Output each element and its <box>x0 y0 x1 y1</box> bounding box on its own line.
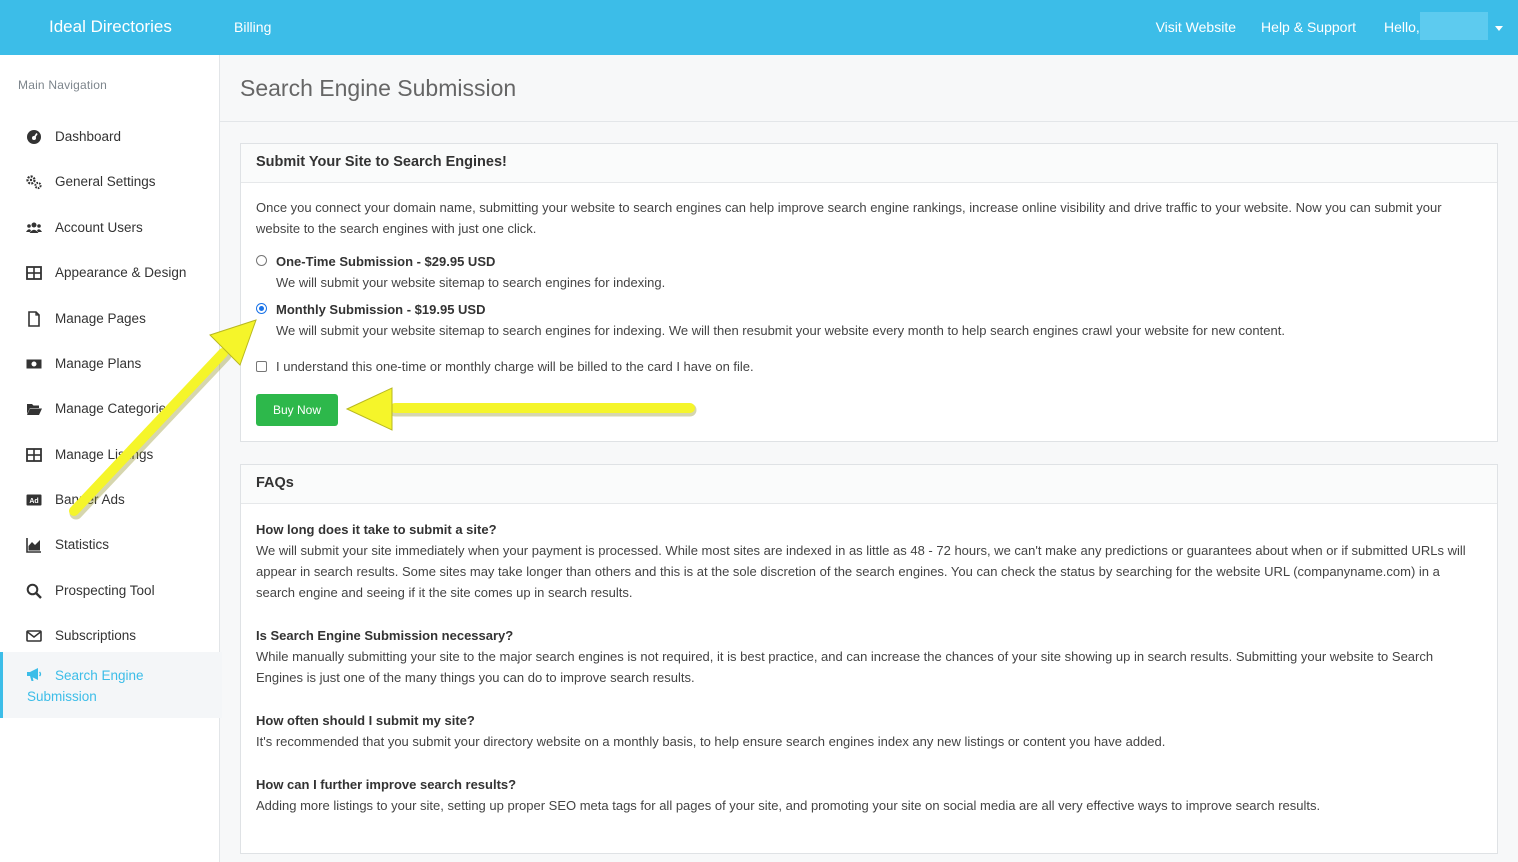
agree-checkbox[interactable] <box>256 361 267 372</box>
sidebar-item-statistics[interactable]: Statistics <box>0 526 219 570</box>
panel-heading: Submit Your Site to Search Engines! <box>256 154 507 170</box>
panel-heading: FAQs <box>256 475 294 491</box>
faq-item: How long does it take to submit a site? … <box>256 519 1481 603</box>
chevron-down-icon <box>1495 26 1503 31</box>
faq-item: Is Search Engine Submission necessary? W… <box>256 625 1481 688</box>
sidebar-item-label: Prospecting Tool <box>55 583 155 598</box>
option-description: We will submit your website sitemap to s… <box>276 275 666 290</box>
panel-header: FAQs <box>241 465 1497 504</box>
sidebar-item-banner-ads[interactable]: Ad Banner Ads <box>0 481 219 525</box>
intro-text: Once you connect your domain name, submi… <box>256 200 1442 236</box>
sidebar-item-search-engine-submission[interactable]: Search Engine Submission <box>0 652 222 718</box>
folder-open-icon <box>27 404 42 415</box>
radio-monthly[interactable] <box>256 303 267 314</box>
faq-answer: It's recommended that you submit your di… <box>256 734 1166 749</box>
hello-label: Hello, <box>1384 19 1420 35</box>
brand-logo[interactable]: Ideal Directories <box>49 17 172 37</box>
radio-one-time[interactable] <box>256 255 267 266</box>
faq-answer: While manually submitting your site to t… <box>256 649 1434 685</box>
redacted-username <box>1420 12 1488 40</box>
envelope-icon <box>26 630 42 642</box>
area-chart-icon <box>26 538 41 553</box>
help-support-link[interactable]: Help & Support <box>1261 19 1356 35</box>
sidebar-item-general-settings[interactable]: General Settings <box>0 163 219 207</box>
sidebar-title: Main Navigation <box>18 78 108 92</box>
agree-label: I understand this one-time or monthly ch… <box>276 359 754 374</box>
grid-icon <box>26 266 42 280</box>
file-icon <box>28 311 40 327</box>
faq-item: How often should I submit my site? It's … <box>256 710 1481 752</box>
faq-question: Is Search Engine Submission necessary? <box>256 628 514 643</box>
ad-icon: Ad <box>26 494 42 506</box>
sidebar-item-label: Account Users <box>55 220 143 235</box>
sidebar-item-label: Manage Listings <box>55 447 154 462</box>
sidebar-item-label: General Settings <box>55 174 156 189</box>
option-one-time[interactable]: One-Time Submission - $29.95 USD We will… <box>256 251 1456 293</box>
sidebar-item-label: Manage Plans <box>55 356 142 371</box>
sidebar-item-account-users[interactable]: Account Users <box>0 209 219 253</box>
sidebar-item-appearance-design[interactable]: Appearance & Design <box>0 254 219 298</box>
sidebar-item-label: Banner Ads <box>55 492 125 507</box>
sidebar: Main Navigation Dashboard General Settin… <box>0 55 222 862</box>
sidebar-item-manage-listings[interactable]: Manage Listings <box>0 436 219 480</box>
option-monthly[interactable]: Monthly Submission - $19.95 USD We will … <box>256 299 1456 341</box>
option-description: We will submit your website sitemap to s… <box>276 323 1285 338</box>
buy-now-button[interactable]: Buy Now <box>256 394 338 426</box>
sidebar-item-prospecting-tool[interactable]: Prospecting Tool <box>0 572 219 616</box>
option-title: Monthly Submission - $19.95 USD <box>276 302 486 317</box>
search-icon <box>26 583 42 599</box>
faq-question: How long does it take to submit a site? <box>256 522 497 537</box>
panel-body: How long does it take to submit a site? … <box>241 504 1497 813</box>
money-icon <box>26 359 42 369</box>
sidebar-item-manage-categories[interactable]: Manage Categories <box>0 390 219 434</box>
sidebar-item-label: Dashboard <box>55 129 122 144</box>
submit-panel: Submit Your Site to Search Engines! Once… <box>240 143 1498 442</box>
dashboard-icon <box>27 130 41 144</box>
panel-body: Once you connect your domain name, submi… <box>241 183 1497 426</box>
sidebar-item-label: Statistics <box>55 537 110 552</box>
faq-question: How often should I submit my site? <box>256 713 475 728</box>
sidebar-item-label: Manage Pages <box>55 311 146 326</box>
faq-item: How can I further improve search results… <box>256 774 1481 816</box>
sidebar-item-manage-plans[interactable]: Manage Plans <box>0 345 219 389</box>
faq-panel: FAQs How long does it take to submit a s… <box>240 464 1498 854</box>
visit-website-link[interactable]: Visit Website <box>1156 19 1236 35</box>
page-title: Search Engine Submission <box>240 75 517 101</box>
sidebar-item-manage-pages[interactable]: Manage Pages <box>0 300 219 344</box>
sidebar-item-label: Appearance & Design <box>55 265 187 280</box>
page-header: Search Engine Submission <box>220 55 1518 122</box>
sidebar-item-label: Subscriptions <box>55 628 137 643</box>
user-menu[interactable]: Hello, <box>1384 12 1504 40</box>
faq-answer: We will submit your site immediately whe… <box>256 543 1466 600</box>
users-icon <box>26 222 42 233</box>
agree-row[interactable]: I understand this one-time or monthly ch… <box>256 356 956 377</box>
top-bar: Ideal Directories Billing Visit Website … <box>0 0 1518 55</box>
sidebar-item-dashboard[interactable]: Dashboard <box>0 118 219 162</box>
billing-link[interactable]: Billing <box>234 19 271 35</box>
faq-question: How can I further improve search results… <box>256 777 517 792</box>
faq-answer: Adding more listings to your site, setti… <box>256 798 1321 813</box>
svg-text:Ad: Ad <box>29 498 38 505</box>
gears-icon <box>26 175 42 190</box>
sidebar-item-label: Search Engine Submission <box>27 668 144 704</box>
option-title: One-Time Submission - $29.95 USD <box>276 254 496 269</box>
panel-header: Submit Your Site to Search Engines! <box>241 144 1497 183</box>
sidebar-item-label: Manage Categories <box>55 401 173 416</box>
grid-icon <box>26 448 42 462</box>
